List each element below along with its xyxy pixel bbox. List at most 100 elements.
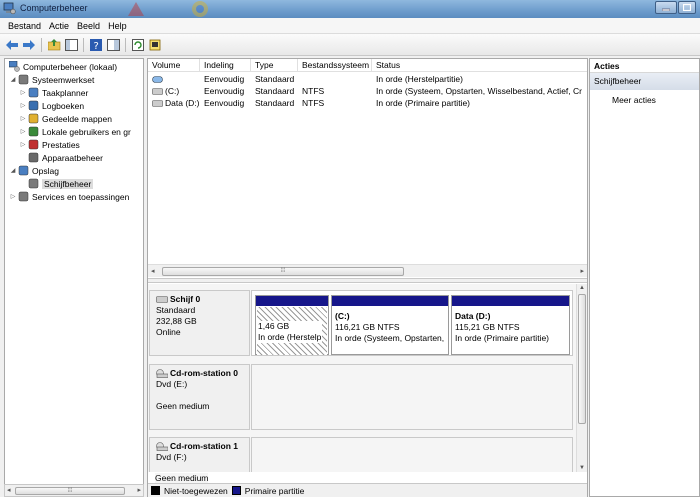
tree-item-taakplanner[interactable]: ▷ Taakplanner	[19, 86, 89, 99]
hard-disk-icon	[156, 296, 168, 303]
layout-cell: Eenvoudig	[204, 98, 245, 108]
expand-collapse-icon[interactable]: ▷	[9, 193, 17, 200]
scroll-left-icon[interactable]: ◂	[151, 267, 155, 275]
tree-item-gedeelde-mappen[interactable]: ▷ Gedeelde mappen	[19, 112, 112, 125]
pane-splitter[interactable]	[148, 278, 587, 283]
partition-bar	[332, 296, 448, 306]
scroll-right-icon[interactable]: ▸	[137, 486, 141, 494]
tree-item-services-en-toepassingen[interactable]: ▷ Services en toepassingen	[9, 190, 130, 203]
cdrom-drive: Dvd (F:)	[156, 452, 187, 462]
partition-size: 1,46 GB	[258, 321, 290, 331]
services-icon	[18, 191, 29, 202]
cd-drive-icon	[156, 442, 168, 451]
expand-collapse-icon[interactable]: ▷	[19, 128, 27, 135]
scroll-down-icon[interactable]: ▼	[579, 465, 585, 471]
cdrom-1-body	[251, 437, 573, 472]
properties-button[interactable]	[106, 38, 120, 52]
volume-row[interactable]: Eenvoudig Standaard In orde (Herstelpartit…	[148, 73, 587, 85]
volume-cell: (C:)	[148, 85, 200, 97]
disk-state: Online	[156, 327, 181, 337]
back-button[interactable]	[5, 38, 19, 52]
volume-name: Data (D:)	[165, 98, 200, 108]
tree-root[interactable]: Computerbeheer (lokaal)	[8, 60, 117, 73]
partition-recovery[interactable]: 1,46 GB In orde (Herstelp	[255, 295, 329, 355]
volume-cell: Data (D:)	[148, 97, 200, 109]
volume-table-header: Volume Indeling Type Bestandssysteem Sta…	[148, 59, 587, 72]
column-status[interactable]: Status	[372, 59, 587, 72]
volume-row[interactable]: Data (D:) Eenvoudig Standaard NTFS In orde (…	[148, 97, 587, 109]
menu-bestand[interactable]: Bestand	[4, 21, 45, 31]
navigation-tree: Computerbeheer (lokaal) ◢ Systeemwerkset ▷…	[4, 58, 144, 485]
disk-0-partitions: 1,46 GB In orde (Herstelp (C:) 116,21 GB…	[251, 290, 573, 356]
column-volume[interactable]: Volume	[148, 59, 200, 72]
volume-name: (C:)	[165, 86, 180, 96]
scroll-left-icon[interactable]: ◂	[7, 486, 11, 494]
cdrom-0-label[interactable]: Cd-rom-station 0 Dvd (E:) Geen medium	[149, 364, 250, 430]
partition-bar	[452, 296, 569, 306]
cdrom-1-label[interactable]: Cd-rom-station 1 Dvd (F:)	[149, 437, 250, 472]
minimize-button[interactable]	[655, 1, 677, 14]
partition-d[interactable]: Data (D:) 115,21 GB NTFS In orde (Primai…	[451, 295, 570, 355]
cdrom-drive: Dvd (E:)	[156, 379, 188, 389]
tree-item-label: Opslag	[32, 165, 59, 176]
computer-management-icon	[9, 61, 20, 72]
scroll-right-icon[interactable]: ▸	[580, 267, 584, 275]
device-manager-icon	[28, 152, 39, 163]
help-button[interactable]: ?	[89, 38, 103, 52]
disk-0-label[interactable]: Schijf 0 Standaard 232,88 GB Online	[149, 290, 250, 356]
toolbar-separator	[125, 37, 126, 52]
show-hide-tree-button[interactable]	[64, 38, 78, 52]
cdrom-0-body	[251, 364, 573, 430]
expand-collapse-icon[interactable]: ◢	[9, 76, 17, 83]
volume-cell	[148, 73, 200, 85]
actions-section-schijfbeheer[interactable]: Schijfbeheer	[590, 73, 699, 90]
event-viewer-icon	[28, 100, 39, 111]
tree-item-lokale-gebruikers-en-gr[interactable]: ▷ Lokale gebruikers en gr	[19, 125, 131, 138]
scroll-thumb[interactable]	[578, 294, 586, 424]
disk-graphical-view: Schijf 0 Standaard 232,88 GB Online 1,46…	[148, 284, 576, 472]
expand-collapse-icon[interactable]: ▷	[19, 102, 27, 109]
volume-row[interactable]: (C:) Eenvoudig Standaard NTFS In orde (Syste…	[148, 85, 587, 97]
tree-item-label: Prestaties	[42, 139, 80, 150]
export-button[interactable]	[148, 38, 162, 52]
refresh-button[interactable]	[131, 38, 145, 52]
volume-list-horizontal-scrollbar[interactable]: ◂ ⁞⁞⁞ ▸	[148, 264, 587, 277]
forward-button[interactable]	[22, 38, 36, 52]
expand-collapse-icon[interactable]: ▷	[19, 115, 27, 122]
menu-help[interactable]: Help	[104, 21, 131, 31]
tree-item-logboeken[interactable]: ▷ Logboeken	[19, 99, 84, 112]
minimize-icon	[662, 8, 670, 11]
maximize-button[interactable]	[678, 1, 696, 14]
disk-management-icon	[28, 178, 39, 189]
tree-item-schijfbeheer[interactable]: Schijfbeheer	[19, 177, 94, 190]
disk-view-vertical-scrollbar[interactable]: ▲ ▼	[576, 284, 587, 472]
up-button[interactable]	[47, 38, 61, 52]
tree-item-opslag[interactable]: ◢ Opslag	[9, 164, 59, 177]
type-cell: Standaard	[255, 98, 295, 108]
column-bestandssysteem[interactable]: Bestandssysteem	[298, 59, 372, 72]
show-hide-tree-icon	[64, 38, 78, 51]
tree-item-label: Apparaatbeheer	[42, 152, 103, 163]
unallocated-swatch	[151, 486, 160, 495]
toolbar: ?	[0, 34, 700, 56]
tree-horizontal-scrollbar[interactable]: ◂ ⁞⁞⁞ ▸	[4, 484, 144, 497]
scroll-thumb[interactable]: ⁞⁞⁞	[162, 267, 404, 276]
expand-collapse-icon[interactable]: ▷	[19, 141, 27, 148]
menu-beeld[interactable]: Beeld	[73, 21, 104, 31]
menu-bar: Bestand Actie Beeld Help	[0, 18, 700, 34]
computer-management-icon	[3, 2, 16, 15]
column-indeling[interactable]: Indeling	[200, 59, 251, 72]
scroll-thumb[interactable]: ⁞⁞⁞	[15, 487, 125, 495]
expand-collapse-icon[interactable]: ▷	[19, 89, 27, 96]
menu-actie[interactable]: Actie	[45, 21, 73, 31]
expand-collapse-icon[interactable]: ◢	[9, 167, 17, 174]
tree-item-label: Logboeken	[42, 100, 85, 111]
tree-item-prestaties[interactable]: ▷ Prestaties	[19, 138, 80, 151]
layout-cell: Eenvoudig	[204, 86, 245, 96]
tree-item-systeemwerkset[interactable]: ◢ Systeemwerkset	[9, 73, 95, 86]
partition-c[interactable]: (C:) 116,21 GB NTFS In orde (Systeem, Op…	[331, 295, 449, 355]
scroll-up-icon[interactable]: ▲	[579, 285, 585, 291]
column-type[interactable]: Type	[251, 59, 298, 72]
tree-item-apparaatbeheer[interactable]: Apparaatbeheer	[19, 151, 103, 164]
more-actions-link[interactable]: Meer acties	[590, 95, 699, 105]
